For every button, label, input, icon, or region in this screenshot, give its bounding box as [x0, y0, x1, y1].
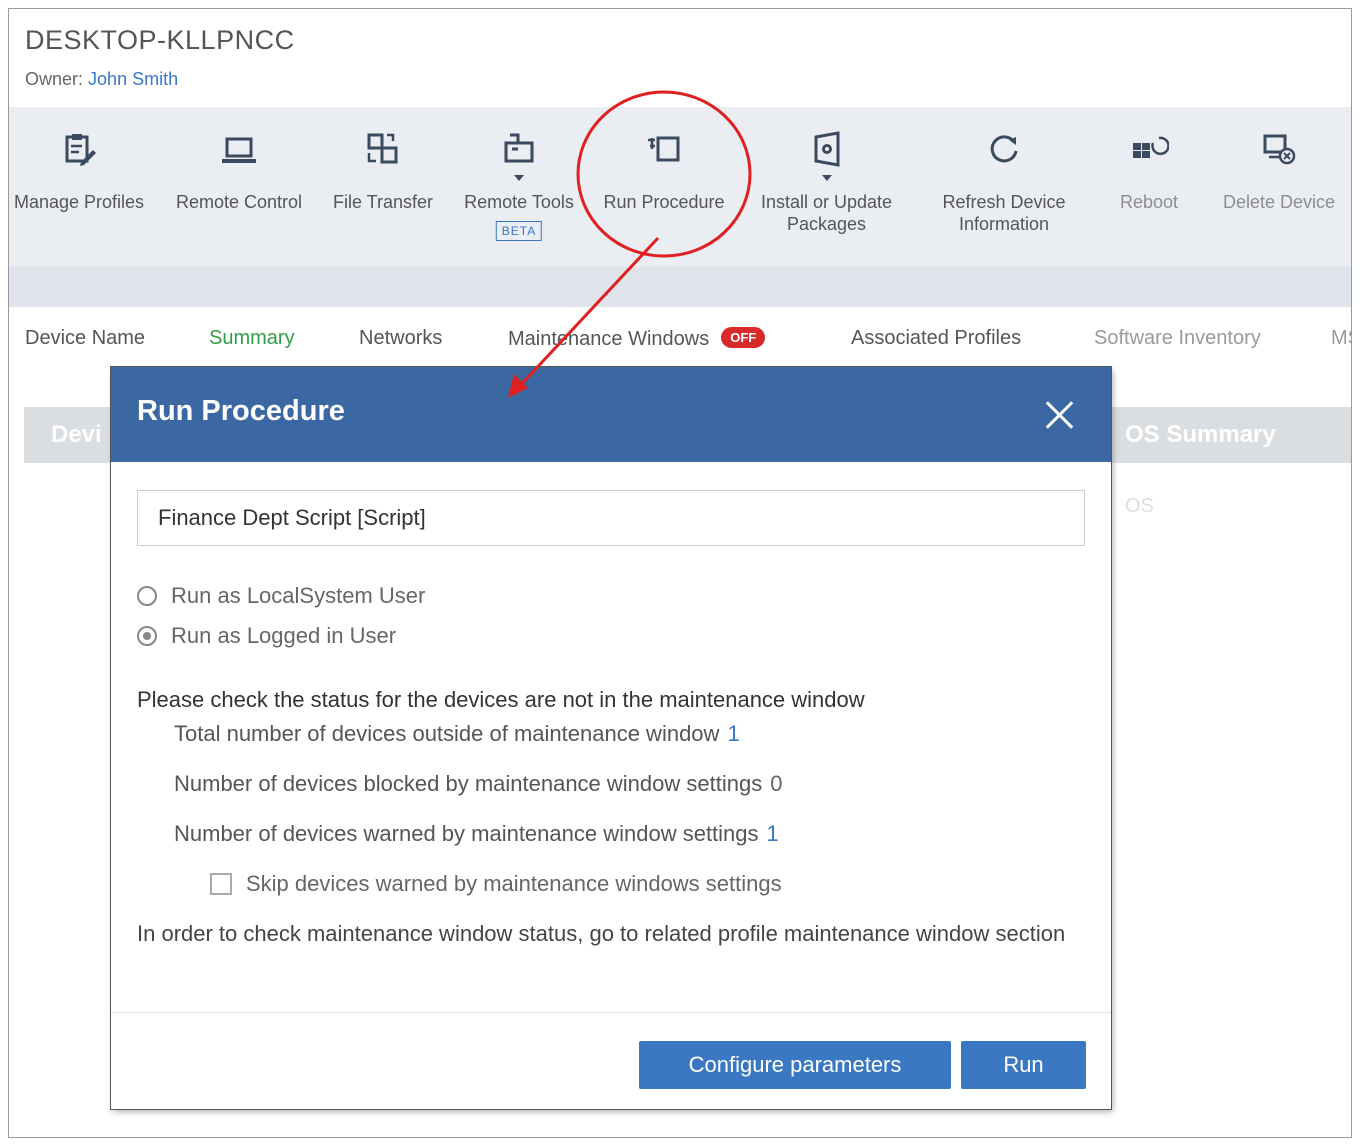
skip-warned-label: Skip devices warned by maintenance windo… — [246, 871, 782, 896]
run-procedure-icon — [648, 136, 680, 162]
status-heading: Please check the status for the devices … — [137, 687, 865, 712]
radio-run-as-localsystem[interactable]: Run as LocalSystem User — [137, 583, 425, 609]
radio-localsystem-label: Run as LocalSystem User — [171, 583, 426, 608]
procedure-select-field[interactable]: Finance Dept Script [Script] — [137, 490, 1085, 546]
tab-ms[interactable]: MS — [1331, 327, 1351, 350]
radio-checked-icon — [137, 626, 157, 646]
reboot-button[interactable]: Reboot — [1094, 107, 1204, 267]
reboot-icon — [1133, 136, 1169, 158]
refresh-label-line2: Information — [958, 214, 1050, 234]
refresh-icon — [990, 135, 1018, 163]
maintenance-info-text: In order to check maintenance window sta… — [137, 921, 1066, 946]
install-dropdown-icon — [821, 175, 832, 181]
beta-badge: BETA — [495, 221, 543, 241]
delete-device-icon — [1263, 134, 1296, 165]
file-transfer-icon — [367, 133, 398, 164]
device-toolbar: Manage Profiles Remote Control File Tran… — [9, 107, 1351, 267]
blocked-count: 0 — [770, 771, 783, 796]
blocked-row: Number of devices blocked by maintenance… — [174, 771, 782, 797]
radio-unchecked-icon — [137, 586, 157, 606]
device-title: DESKTOP-KLLPNCC — [25, 25, 295, 55]
tab-associated-profiles[interactable]: Associated Profiles — [851, 327, 1021, 350]
outside-window-row: Total number of devices outside of maint… — [174, 721, 740, 747]
close-icon[interactable] — [1041, 397, 1077, 433]
file-transfer-button[interactable]: File Transfer — [324, 107, 442, 267]
radio-run-as-logged-in[interactable]: Run as Logged in User — [137, 623, 396, 649]
delete-device-label: Delete Device — [1222, 192, 1336, 212]
device-owner: Owner: John Smith — [25, 69, 178, 90]
file-transfer-label: File Transfer — [332, 192, 434, 212]
laptop-icon — [222, 137, 256, 163]
warned-row: Number of devices warned by maintenance … — [174, 821, 779, 847]
dialog-header: Run Procedure — [111, 367, 1111, 462]
remote-control-button[interactable]: Remote Control — [169, 107, 309, 267]
remote-tools-icon — [504, 133, 534, 163]
tab-software-inventory[interactable]: Software Inventory — [1094, 327, 1261, 350]
remote-control-label: Remote Control — [175, 192, 303, 212]
remote-tools-label: Remote Tools — [464, 192, 574, 212]
off-badge: OFF — [721, 327, 766, 348]
remote-tools-button[interactable]: Remote Tools BETA — [454, 107, 584, 267]
manage-profiles-label: Manage Profiles — [13, 192, 145, 212]
skip-warned-checkbox-row[interactable]: Skip devices warned by maintenance windo… — [210, 871, 782, 897]
warned-count[interactable]: 1 — [767, 821, 779, 846]
tab-maintenance-windows[interactable]: Maintenance Windows OFF — [508, 327, 766, 351]
delete-device-button[interactable]: Delete Device — [1214, 107, 1344, 267]
install-update-label-line2: Packages — [786, 214, 867, 234]
run-procedure-dialog: Run Procedure Finance Dept Script [Scrip… — [111, 367, 1111, 1109]
package-icon — [814, 131, 839, 167]
refresh-label-line1: Refresh Device — [942, 192, 1066, 212]
owner-label: Owner: — [25, 69, 84, 89]
owner-link[interactable]: John Smith — [88, 69, 178, 89]
reboot-label: Reboot — [1119, 192, 1179, 212]
skip-warned-checkbox[interactable] — [210, 873, 232, 895]
run-procedure-label: Run Procedure — [603, 192, 725, 212]
tab-device-name[interactable]: Device Name — [25, 327, 145, 350]
install-update-label-line1: Install or Update — [760, 192, 893, 212]
manage-profiles-icon — [65, 134, 96, 166]
dialog-footer-divider — [111, 1012, 1111, 1013]
radio-loggedin-label: Run as Logged in User — [171, 623, 397, 648]
install-update-packages-button[interactable]: Install or Update Packages — [754, 107, 899, 267]
run-button[interactable]: Run — [961, 1041, 1086, 1089]
tab-summary[interactable]: Summary — [209, 327, 295, 350]
install-update-label: Install or Update Packages — [754, 191, 899, 235]
configure-parameters-button[interactable]: Configure parameters — [639, 1041, 951, 1089]
toolbar-divider-band — [9, 267, 1351, 307]
warned-label: Number of devices warned by maintenance … — [174, 821, 759, 846]
run-procedure-button[interactable]: Run Procedure — [594, 107, 734, 267]
refresh-device-button[interactable]: Refresh Device Information — [929, 107, 1079, 267]
outside-window-count[interactable]: 1 — [727, 721, 739, 746]
tab-maintenance-windows-label: Maintenance Windows — [508, 328, 710, 350]
tab-networks[interactable]: Networks — [359, 327, 442, 350]
outside-window-label: Total number of devices outside of maint… — [174, 721, 720, 746]
manage-profiles-button[interactable]: Manage Profiles — [9, 107, 149, 267]
remote-tools-dropdown-icon — [514, 175, 524, 181]
dialog-title: Run Procedure — [137, 395, 345, 427]
refresh-device-label: Refresh Device Information — [929, 191, 1079, 235]
blocked-label: Number of devices blocked by maintenance… — [174, 771, 763, 796]
